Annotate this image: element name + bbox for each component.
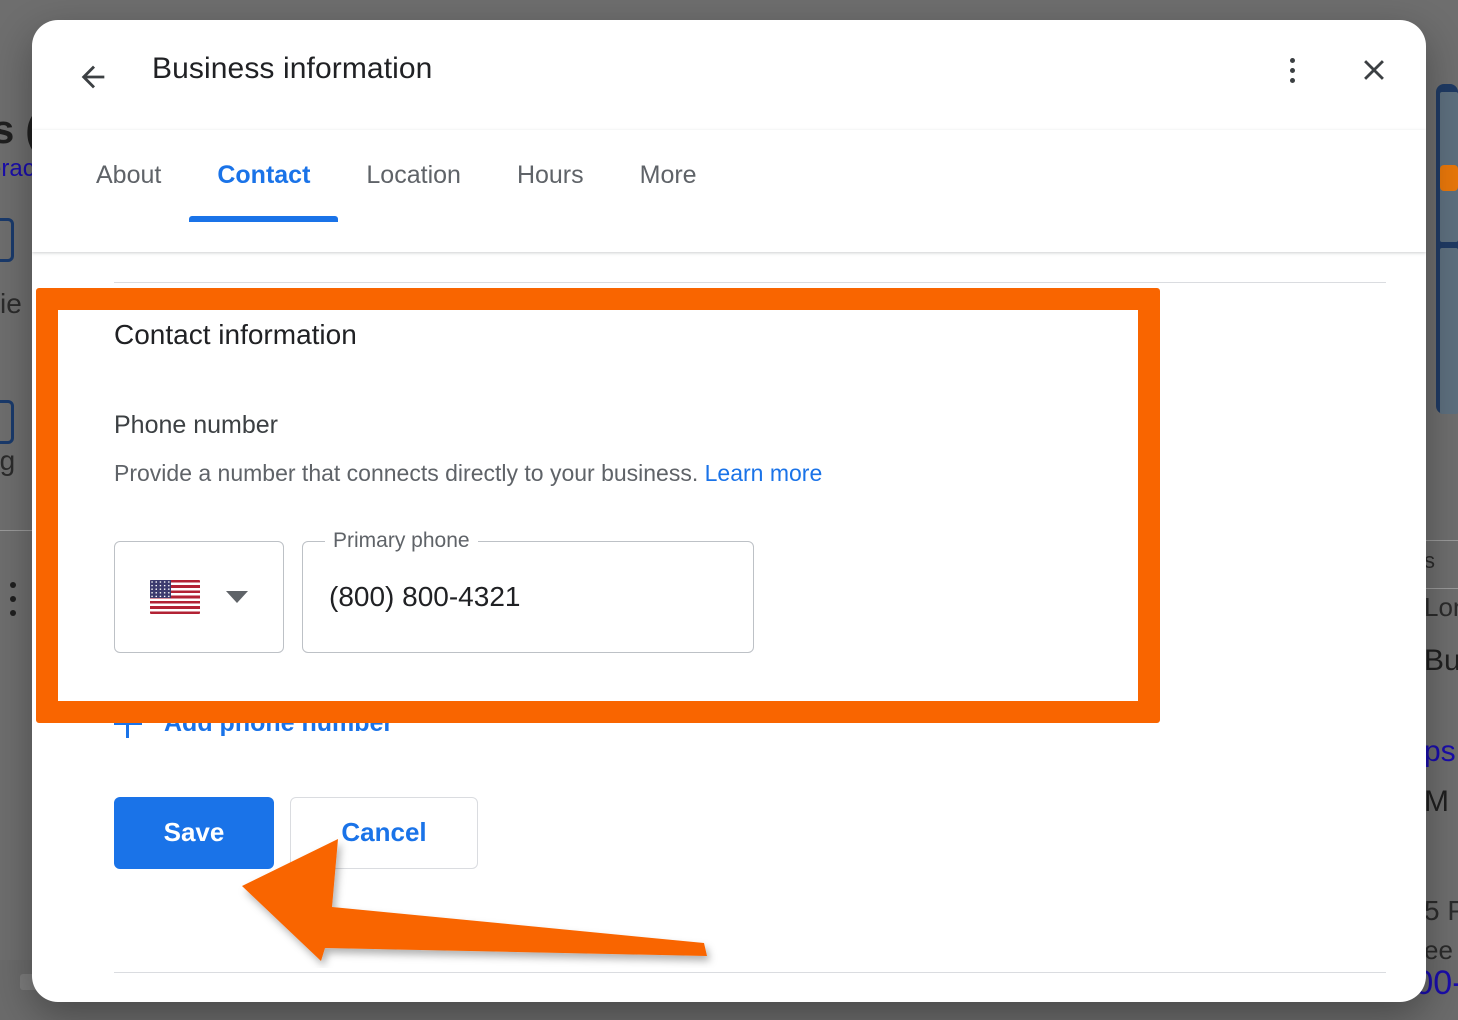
header-actions xyxy=(1270,48,1396,92)
save-button[interactable]: Save xyxy=(114,796,274,869)
phone-number-heading: Phone number xyxy=(114,411,279,439)
close-button[interactable] xyxy=(1352,48,1396,92)
phone-input-row: Primary phone (800) 800-4321 xyxy=(114,529,1174,653)
background-text-fragment: Bu xyxy=(1424,644,1458,677)
background-kebab-icon xyxy=(10,610,16,616)
tab-bar: About Contact Location Hours More xyxy=(32,130,1426,252)
more-vert-icon xyxy=(1289,55,1295,85)
primary-phone-field[interactable]: Primary phone (800) 800-4321 xyxy=(302,529,754,653)
dialog-action-row: Save Cancel xyxy=(114,796,1390,869)
primary-phone-label: Primary phone xyxy=(325,529,478,553)
tab-more[interactable]: More xyxy=(612,130,725,220)
tab-location[interactable]: Location xyxy=(338,130,489,220)
dialog-body: Contact information Phone number Provide… xyxy=(32,282,1426,1002)
tab-hours[interactable]: Hours xyxy=(489,130,612,220)
country-code-select[interactable] xyxy=(114,541,284,653)
phone-number-description: Provide a number that connects directly … xyxy=(114,460,1174,487)
background-text-fragment: ng xyxy=(0,445,16,476)
top-divider xyxy=(114,282,1386,283)
background-kebab-icon xyxy=(10,582,16,588)
background-divider xyxy=(1424,540,1458,541)
tab-about[interactable]: About xyxy=(68,130,189,220)
background-chip xyxy=(0,400,14,444)
us-flag-icon xyxy=(150,580,200,614)
background-text-fragment: erac xyxy=(0,155,35,182)
background-kebab-icon xyxy=(10,596,16,602)
tab-contact[interactable]: Contact xyxy=(189,130,339,222)
background-text-fragment: Lon xyxy=(1424,592,1458,622)
dialog-header: Business information xyxy=(32,20,1426,130)
section-heading: Contact information xyxy=(114,319,357,350)
page-title: Business information xyxy=(152,52,433,85)
more-options-button[interactable] xyxy=(1270,48,1314,92)
add-phone-number-label: Add phone number xyxy=(164,709,394,737)
background-card xyxy=(1440,165,1458,191)
page-root: s ( erac vie ng s Lon Bu ps M 5 P ee xyxy=(0,0,1458,1020)
learn-more-link[interactable]: Learn more xyxy=(705,460,823,486)
background-photo xyxy=(1440,248,1458,414)
background-divider xyxy=(1424,588,1458,589)
background-text-fragment: 5 P xyxy=(1424,895,1458,926)
chevron-down-icon xyxy=(226,591,248,603)
contact-information-section: Contact information Phone number Provide… xyxy=(114,319,1174,653)
close-icon xyxy=(1364,60,1384,80)
primary-phone-value: (800) 800-4321 xyxy=(329,581,521,612)
back-button[interactable] xyxy=(66,50,120,104)
business-information-dialog: Business information About Contact Locat… xyxy=(32,20,1426,1002)
arrow-left-icon xyxy=(81,65,105,89)
add-phone-number-button[interactable]: Add phone number xyxy=(114,709,393,738)
description-text: Provide a number that connects directly … xyxy=(114,460,699,486)
background-chip xyxy=(0,218,14,262)
background-divider xyxy=(0,530,32,531)
background-text-fragment: M xyxy=(1424,785,1449,818)
cancel-button[interactable]: Cancel xyxy=(290,796,478,869)
bottom-divider xyxy=(114,972,1386,973)
plus-icon xyxy=(114,709,142,738)
background-text-fragment: vie xyxy=(0,288,22,319)
background-text-fragment: ps xyxy=(1424,735,1456,768)
